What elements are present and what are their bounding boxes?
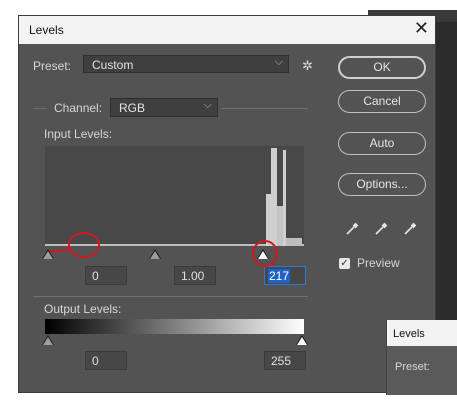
- white-eyedropper-icon[interactable]: [403, 222, 417, 236]
- channel-value: RGB: [119, 101, 146, 115]
- chevron-down-icon: ⌵: [203, 99, 212, 111]
- channel-select[interactable]: RGB ⌵: [110, 98, 218, 117]
- output-gradient: [45, 319, 304, 334]
- channel-group-border-right: [222, 108, 308, 109]
- preset-value: Custom: [92, 58, 134, 72]
- input-gamma-field[interactable]: 1.00: [174, 266, 216, 285]
- histogram-bar: [283, 150, 286, 246]
- output-levels-label: Output Levels:: [44, 302, 122, 316]
- preview-label: Preview: [357, 256, 400, 270]
- background-dialog-title: Levels: [393, 328, 425, 340]
- annotation-circle: [252, 240, 278, 267]
- auto-button[interactable]: Auto: [338, 132, 426, 155]
- channel-label: Channel:: [54, 101, 103, 115]
- histogram-bar: [286, 238, 302, 246]
- preview-checkbox[interactable]: ✓: [339, 258, 350, 269]
- output-black-field[interactable]: 0: [85, 351, 127, 370]
- output-white-slider-fill: [297, 337, 307, 345]
- output-white-value: 255: [271, 354, 292, 368]
- background-preset-label: Preset:: [395, 361, 430, 373]
- annotation-circle: [68, 232, 100, 258]
- output-black-value: 0: [92, 354, 99, 368]
- ok-button[interactable]: OK: [338, 56, 426, 79]
- output-group-border: [33, 296, 308, 297]
- levels-dialog: Levels ✕ Preset: Custom ⌵ ✲ Channel: RGB…: [18, 15, 436, 393]
- cancel-button[interactable]: Cancel: [338, 90, 426, 113]
- input-levels-label: Input Levels:: [44, 127, 113, 141]
- input-white-field[interactable]: 217: [264, 266, 306, 285]
- title-bar: Levels ✕: [19, 16, 435, 44]
- checkmark-icon: ✓: [340, 258, 349, 269]
- input-black-value: 0: [92, 269, 99, 283]
- input-gamma-slider-fill: [150, 251, 160, 259]
- background-title-bar: Levels: [387, 320, 457, 346]
- black-eyedropper-icon[interactable]: [345, 222, 359, 236]
- background-panel: [436, 22, 457, 352]
- input-gamma-value: 1.00: [181, 269, 205, 283]
- channel-group-border-left: [33, 108, 47, 109]
- input-white-value: 217: [268, 269, 291, 283]
- preset-select[interactable]: Custom ⌵: [83, 55, 289, 73]
- close-icon[interactable]: ✕: [414, 18, 429, 39]
- background-levels-dialog: Levels Preset:: [386, 320, 457, 395]
- options-button[interactable]: Options...: [338, 173, 426, 196]
- chevron-down-icon: ⌵: [274, 56, 283, 68]
- input-black-field[interactable]: 0: [85, 266, 127, 285]
- histogram: [45, 146, 304, 246]
- preset-label: Preset:: [33, 59, 72, 73]
- output-white-field[interactable]: 255: [264, 351, 306, 370]
- dialog-title: Levels: [29, 23, 64, 37]
- gray-eyedropper-icon[interactable]: [374, 222, 388, 236]
- output-black-slider-fill: [43, 337, 53, 345]
- gear-icon[interactable]: ✲: [302, 58, 313, 74]
